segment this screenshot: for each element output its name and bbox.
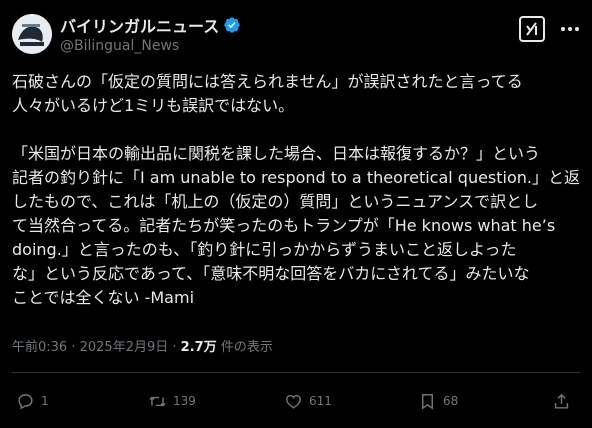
- share-icon: [554, 393, 569, 409]
- reply-button[interactable]: 1: [16, 388, 49, 414]
- bookmark-count: 68: [443, 394, 459, 408]
- tweet-line: doing.」と言ったのも、「釣り針に引っかからずうまいこと返しよった: [12, 240, 517, 259]
- views-count: 2.7万: [180, 340, 217, 355]
- bookmark-icon: [422, 393, 433, 410]
- author-display-name[interactable]: バイリンガルニュース: [60, 13, 219, 37]
- tweet-meta: 午前0:36 · 2025年2月9日 · 2.7万 件の表示: [12, 336, 273, 355]
- avatar-logo: [12, 14, 52, 54]
- tweet-line: て当然合ってる。記者たちが笑ったのもトランプが「He knows what he…: [12, 216, 556, 235]
- share-button[interactable]: [552, 388, 577, 414]
- tweet-line: 「米国が日本の輸出品に関税を課した場合、日本は報復するか？」という: [12, 144, 541, 163]
- like-icon: [286, 394, 301, 409]
- divider: [12, 372, 580, 373]
- repost-count: 139: [173, 394, 196, 408]
- post-date[interactable]: 2025年2月9日: [80, 340, 169, 355]
- like-button[interactable]: 611: [284, 388, 332, 414]
- meta-separator: ·: [67, 340, 80, 355]
- grok-icon[interactable]: [519, 16, 545, 42]
- like-count: 611: [309, 394, 332, 408]
- views-label: 件の表示: [216, 340, 273, 355]
- tweet-line: したもので、これは「机上の（仮定の）質問」というニュアンスで訳とし: [12, 192, 539, 211]
- more-icon[interactable]: [558, 18, 582, 40]
- reply-icon: [18, 393, 33, 409]
- action-bar: 1 139 611 68: [0, 388, 592, 414]
- tweet-line: 石破さんの「仮定の質問には答えられません」が誤訳されたと言ってる: [12, 72, 523, 91]
- tweet-line: な」という反応であって、「意味不明な回答をバカにされてる」みたいな: [12, 264, 530, 283]
- post-time[interactable]: 午前0:36: [12, 340, 67, 355]
- repost-button[interactable]: 139: [148, 388, 196, 414]
- bookmark-button[interactable]: 68: [418, 388, 458, 414]
- tweet-line: 人々がいるけど1ミリも誤訳ではない。: [12, 96, 295, 115]
- tweet-line: 記者の釣り針に「I am unable to respond to a theo…: [12, 168, 581, 187]
- reply-count: 1: [41, 394, 49, 408]
- repost-icon: [149, 396, 166, 406]
- tweet-text: 石破さんの「仮定の質問には答えられません」が誤訳されたと言ってる 人々がいるけど…: [12, 70, 584, 310]
- verified-badge-icon: [224, 17, 240, 33]
- meta-separator: ·: [168, 340, 181, 355]
- avatar[interactable]: [12, 14, 52, 54]
- tweet-line: ことでは全くない -Mami: [12, 288, 195, 307]
- author-handle[interactable]: @Bilingual_News: [60, 38, 179, 54]
